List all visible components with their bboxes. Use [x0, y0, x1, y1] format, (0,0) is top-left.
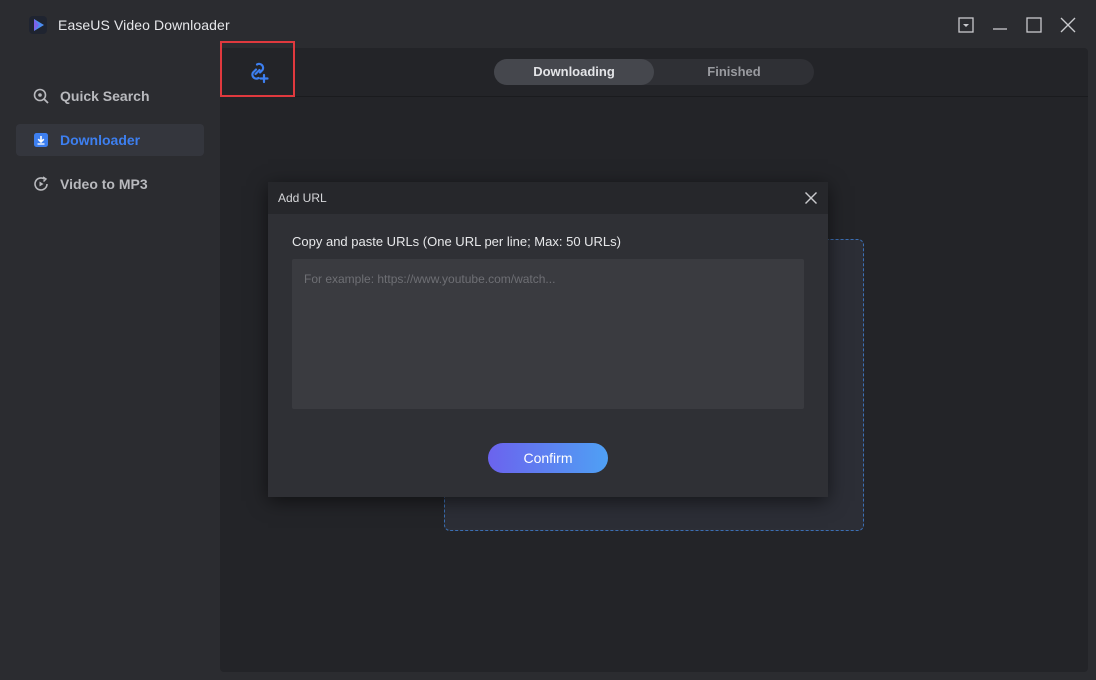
menu-dropdown-icon[interactable]	[956, 15, 976, 35]
dialog-header: Add URL	[268, 182, 828, 214]
sidebar-item-label: Downloader	[60, 132, 141, 148]
tab-finished[interactable]: Finished	[654, 59, 814, 85]
sidebar-item-quick-search[interactable]: Quick Search	[16, 80, 204, 112]
add-url-dialog: Add URL Copy and paste URLs (One URL per…	[268, 182, 828, 497]
app-logo-icon	[29, 16, 47, 34]
title-bar: EaseUS Video Downloader	[0, 0, 1096, 48]
close-icon[interactable]	[1058, 15, 1078, 35]
download-icon	[33, 132, 49, 148]
link-add-icon	[251, 62, 269, 84]
download-tabs: Downloading Finished	[494, 59, 814, 85]
search-icon	[33, 88, 49, 104]
sidebar: Quick Search Downloader Video to MP3	[0, 48, 220, 680]
sidebar-item-label: Quick Search	[60, 88, 150, 104]
dialog-close-icon[interactable]	[804, 191, 818, 205]
sidebar-item-downloader[interactable]: Downloader	[16, 124, 204, 156]
dialog-title: Add URL	[278, 191, 327, 205]
maximize-icon[interactable]	[1024, 15, 1044, 35]
url-input[interactable]	[292, 259, 804, 409]
minimize-icon[interactable]	[990, 15, 1010, 35]
confirm-button[interactable]: Confirm	[488, 443, 608, 473]
convert-icon	[33, 176, 49, 192]
app-title: EaseUS Video Downloader	[58, 17, 230, 33]
add-url-button[interactable]	[220, 41, 295, 97]
sidebar-item-label: Video to MP3	[60, 176, 148, 192]
sidebar-item-video-to-mp3[interactable]: Video to MP3	[16, 168, 204, 200]
tab-downloading[interactable]: Downloading	[494, 59, 654, 85]
dialog-instruction: Copy and paste URLs (One URL per line; M…	[292, 234, 621, 249]
main-header: Downloading Finished	[220, 41, 1088, 97]
